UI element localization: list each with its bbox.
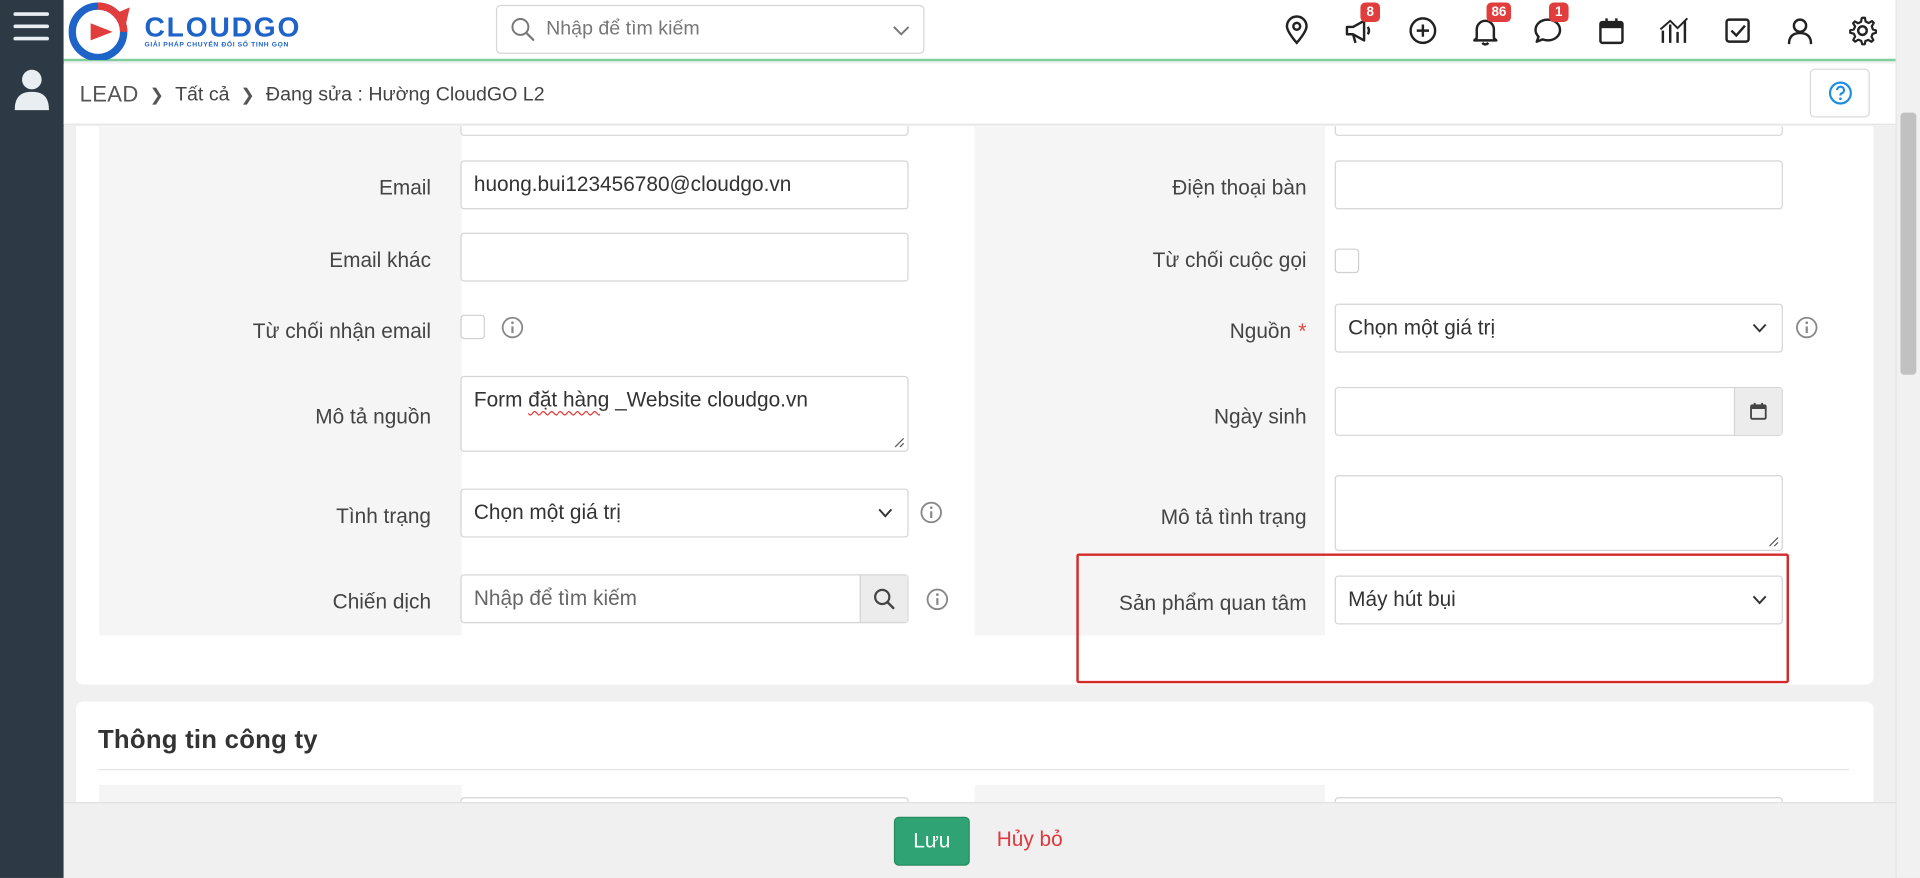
breadcrumb-separator-icon: ❯ bbox=[240, 84, 255, 105]
megaphone-badge: 8 bbox=[1360, 2, 1381, 23]
breadcrumb-all[interactable]: Tất cả bbox=[175, 84, 229, 106]
chat-badge: 1 bbox=[1548, 2, 1569, 23]
source-desc-text-misspelled: đặt hàng bbox=[528, 388, 610, 412]
cloudgo-logo[interactable]: CLOUDGO GIẢI PHÁP CHUYỂN ĐỔI SỐ TINH GỌN bbox=[68, 0, 302, 61]
menu-icon[interactable] bbox=[13, 12, 49, 44]
source-desc-textarea[interactable]: Form đặt hàng _Website cloudgo.vn bbox=[460, 375, 909, 452]
megaphone-icon[interactable]: 8 bbox=[1343, 2, 1381, 47]
search-icon bbox=[511, 18, 535, 41]
breadcrumb-bar: LEAD ❯ Tất cả ❯ Đang sửa : Hường CloudGO… bbox=[63, 63, 1896, 125]
chat-icon[interactable]: 1 bbox=[1532, 2, 1569, 47]
user-icon[interactable] bbox=[1784, 15, 1816, 47]
checkbox-task-icon[interactable] bbox=[1722, 15, 1754, 47]
campaign-search-field[interactable]: Nhập để tìm kiếm bbox=[460, 574, 909, 624]
status-label: Tình trạng bbox=[336, 504, 432, 528]
breadcrumb-current: Đang sửa : Hường CloudGO L2 bbox=[265, 83, 545, 105]
form-footer: Lưu Hủy bỏ bbox=[63, 802, 1896, 878]
source-select[interactable]: Chọn một giá trị bbox=[1334, 303, 1783, 353]
breadcrumb-separator-icon: ❯ bbox=[149, 84, 165, 105]
save-button[interactable]: Lưu bbox=[893, 816, 970, 866]
source-label: Nguồn * bbox=[1230, 320, 1307, 344]
reject-call-label: Từ chối cuộc gọi bbox=[1152, 248, 1307, 272]
email-label: Email bbox=[378, 176, 432, 200]
breadcrumb-root[interactable]: LEAD bbox=[80, 82, 139, 108]
company-right-label-panel bbox=[974, 784, 1325, 803]
resize-grip-icon[interactable] bbox=[894, 437, 905, 448]
left-sidebar bbox=[0, 0, 64, 878]
campaign-search-button[interactable] bbox=[859, 575, 908, 623]
info-icon[interactable] bbox=[501, 316, 524, 339]
global-search-input[interactable] bbox=[546, 18, 877, 41]
phone-field[interactable] bbox=[1334, 160, 1783, 210]
campaign-placeholder: Nhập để tìm kiếm bbox=[473, 586, 638, 610]
source-label-text: Nguồn bbox=[1229, 319, 1292, 343]
user-avatar-icon[interactable] bbox=[14, 69, 49, 111]
reject-email-checkbox[interactable] bbox=[460, 314, 485, 340]
help-button[interactable] bbox=[1809, 68, 1870, 118]
highlight-box bbox=[1076, 553, 1789, 684]
question-circle-icon bbox=[1828, 81, 1852, 105]
source-value: Chọn một giá trị bbox=[1348, 315, 1496, 340]
source-desc-text-2: _Website cloudgo.vn bbox=[609, 388, 808, 412]
calendar-icon[interactable] bbox=[1596, 15, 1628, 47]
scrollbar-thumb[interactable] bbox=[1900, 112, 1917, 375]
reject-call-checkbox[interactable] bbox=[1334, 248, 1360, 274]
left-label-panel bbox=[99, 126, 462, 636]
bell-icon[interactable]: 86 bbox=[1469, 2, 1512, 47]
email-value: huong.bui123456780@cloudgo.vn bbox=[473, 172, 792, 196]
required-marker: * bbox=[1298, 319, 1307, 343]
calendar-icon bbox=[1750, 402, 1767, 420]
logo-tagline: GIẢI PHÁP CHUYỂN ĐỔI SỐ TINH GỌN bbox=[144, 41, 289, 49]
chevron-down-icon bbox=[1752, 323, 1767, 333]
status-desc-textarea[interactable] bbox=[1334, 475, 1783, 552]
source-desc-text-1: Form bbox=[473, 388, 529, 412]
company-left-label-panel bbox=[99, 784, 462, 803]
logo-mark-icon bbox=[68, 2, 130, 61]
status-value: Chọn một giá trị bbox=[473, 500, 621, 525]
gear-icon[interactable] bbox=[1847, 15, 1879, 47]
email-field[interactable]: huong.bui123456780@cloudgo.vn bbox=[460, 160, 909, 210]
resize-grip-icon[interactable] bbox=[1768, 536, 1779, 547]
form-content: Email huong.bui123456780@cloudgo.vn Emai… bbox=[63, 126, 1896, 803]
company-section-title: Thông tin công ty bbox=[97, 726, 318, 755]
status-desc-label: Mô tả tình trạng bbox=[1160, 505, 1307, 529]
info-icon[interactable] bbox=[920, 501, 943, 524]
phone-label: Điện thoại bàn bbox=[1172, 176, 1307, 200]
birthday-calendar-button[interactable] bbox=[1733, 388, 1782, 435]
chart-icon[interactable] bbox=[1658, 15, 1690, 47]
chevron-down-icon bbox=[878, 508, 893, 518]
field-above-email[interactable] bbox=[460, 126, 909, 136]
location-pin-icon[interactable] bbox=[1281, 15, 1313, 47]
search-icon bbox=[874, 588, 895, 610]
chevron-down-icon[interactable] bbox=[891, 21, 911, 41]
birthday-field[interactable] bbox=[1334, 386, 1783, 436]
breadcrumb: LEAD ❯ Tất cả ❯ Đang sửa : Hường CloudGO… bbox=[80, 82, 545, 108]
top-navbar: CLOUDGO GIẢI PHÁP CHUYỂN ĐỔI SỐ TINH GỌN… bbox=[63, 0, 1896, 62]
status-select[interactable]: Chọn một giá trị bbox=[460, 488, 909, 538]
email-other-label: Email khác bbox=[329, 248, 432, 272]
info-icon[interactable] bbox=[1795, 316, 1818, 339]
birthday-label: Ngày sinh bbox=[1213, 405, 1307, 429]
global-search[interactable] bbox=[495, 4, 925, 54]
reject-email-label: Từ chối nhận email bbox=[252, 319, 432, 343]
section-divider bbox=[97, 768, 1849, 771]
campaign-label: Chiến dịch bbox=[332, 590, 432, 614]
cancel-button[interactable]: Hủy bỏ bbox=[997, 828, 1063, 852]
field-above-phone[interactable] bbox=[1334, 126, 1783, 136]
logo-word: CLOUDGO bbox=[144, 11, 302, 43]
vertical-scrollbar[interactable] bbox=[1895, 0, 1920, 878]
notifications-badge: 86 bbox=[1486, 2, 1512, 23]
app-frame: CLOUDGO GIẢI PHÁP CHUYỂN ĐỔI SỐ TINH GỌN… bbox=[0, 0, 1920, 878]
source-desc-label: Mô tả nguồn bbox=[315, 405, 432, 429]
plus-circle-icon[interactable] bbox=[1407, 15, 1439, 47]
info-icon[interactable] bbox=[926, 588, 949, 611]
email-other-field[interactable] bbox=[460, 232, 909, 282]
